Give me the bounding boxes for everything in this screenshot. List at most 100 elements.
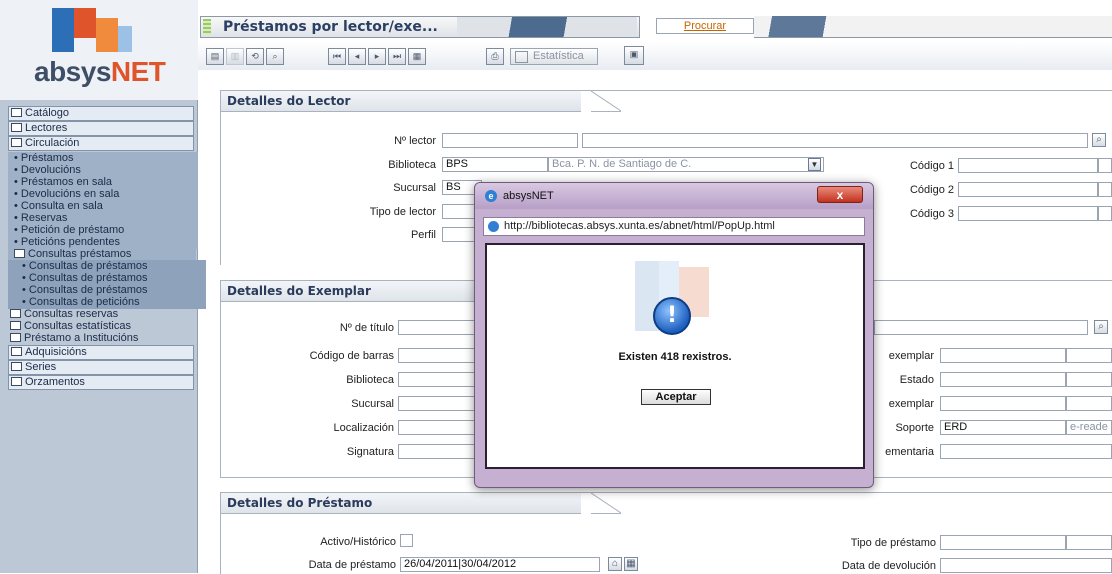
barcode-field[interactable] (398, 348, 478, 363)
sidebar-item-adquisicions[interactable]: Adquisicións (8, 345, 194, 360)
item-type-field[interactable] (940, 348, 1066, 363)
loan-date-field[interactable]: 26/04/2011|30/04/2012 (400, 557, 600, 572)
statistics-button[interactable]: Estatística (510, 48, 598, 65)
sidebar-item-label: • Consultas de préstamos (22, 272, 148, 284)
reader-number-label: Nº lector (394, 135, 436, 147)
section-title: Detalles do Lector (227, 94, 351, 108)
code3-field[interactable] (958, 206, 1098, 221)
chevron-down-icon[interactable]: ▼ (808, 158, 821, 171)
sidebar-item-series[interactable]: Series (8, 360, 194, 375)
item-subtype-desc-field[interactable] (1066, 396, 1112, 411)
reader-number-field[interactable] (442, 133, 578, 148)
browser-icon (488, 221, 499, 232)
page-title-tab: Préstamos por lector/exe... (200, 16, 640, 38)
title-name-field[interactable] (874, 320, 1088, 335)
sidebar-item-catalogo[interactable]: Catálogo (8, 106, 194, 121)
sidebar-item-orzamentos[interactable]: Orzamentos (8, 375, 194, 390)
title-decoration (457, 17, 637, 37)
library-label: Biblioteca (388, 159, 436, 171)
search-icon[interactable]: ⌕ (266, 48, 284, 65)
complementary-field[interactable] (940, 444, 1112, 459)
sidebar-item-prestamo-institucions[interactable]: Préstamo a Institucións (8, 332, 192, 345)
status-desc-field[interactable] (1066, 372, 1112, 387)
reader-type-label: Tipo de lector (369, 206, 436, 218)
folder-icon (11, 362, 22, 371)
item-type-desc-field[interactable] (1066, 348, 1112, 363)
item-subtype-field[interactable] (940, 396, 1066, 411)
section-title: Detalles do Préstamo (227, 496, 373, 510)
barcode-label: Código de barras (309, 350, 394, 362)
next-record-icon[interactable]: ▸ (368, 48, 386, 65)
dialog-url-bar: http://bibliotecas.absys.xunta.es/abnet/… (483, 217, 865, 236)
section-title: Detalles do Exemplar (227, 284, 371, 298)
loan-type-field[interactable] (940, 535, 1066, 550)
sidebar-item-label: Adquisicións (25, 346, 87, 358)
folder-icon (10, 309, 21, 318)
call-number-field[interactable] (398, 444, 478, 459)
sidebar-item-label: • Reservas (14, 212, 68, 224)
code1-extra-field[interactable] (1098, 158, 1112, 173)
last-record-icon[interactable]: ⏭ (388, 48, 406, 65)
print-icon[interactable]: ⎙ (486, 48, 504, 65)
ok-button[interactable]: Aceptar (641, 389, 711, 405)
sidebar-item-label: • Consulta en sala (14, 200, 103, 212)
code3-extra-field[interactable] (1098, 206, 1112, 221)
code1-field[interactable] (958, 158, 1098, 173)
sidebar-item-label: Préstamo a Institucións (24, 332, 139, 344)
sidebar-item-label: • Devolucións en sala (14, 188, 120, 200)
library-code-field[interactable]: BPS (442, 157, 548, 172)
code2-extra-field[interactable] (1098, 182, 1112, 197)
sidebar-item-label: • Devolucións (14, 164, 81, 176)
logo-graphic-light (118, 26, 132, 52)
previous-record-icon[interactable]: ◂ (348, 48, 366, 65)
item-type-label: exemplar (888, 350, 934, 362)
form-view-icon[interactable]: ▤ (206, 48, 224, 65)
reader-name-field[interactable] (582, 133, 1088, 148)
dialog-title: absysNET (503, 190, 554, 202)
statistics-label: Estatística (533, 50, 584, 62)
section-header: Detalles do Lector (221, 91, 581, 112)
code2-field[interactable] (958, 182, 1098, 197)
table-icon[interactable]: ▦ (408, 48, 426, 65)
support-desc-field[interactable]: e-reade (1066, 420, 1112, 435)
logo-graphic-orange (96, 18, 118, 52)
location-field[interactable] (398, 420, 478, 435)
item-branch-field[interactable] (398, 396, 478, 411)
library-name-select[interactable]: Bca. P. N. de Santiago de C. (548, 157, 824, 172)
search-icon[interactable]: ⌕ (1094, 320, 1108, 334)
sidebar-item-circulacion[interactable]: Circulación (8, 136, 194, 151)
item-subtype-label: exemplar (888, 398, 934, 410)
item-library-field[interactable] (398, 372, 478, 387)
dialog-body: ! Existen 418 rexistros. Aceptar (485, 243, 865, 469)
calendar-icon[interactable]: ▦ (624, 557, 638, 571)
folder-icon (11, 347, 22, 356)
title-number-field[interactable] (398, 320, 478, 335)
loan-type-desc-field[interactable] (1066, 535, 1112, 550)
search-icon[interactable]: ⌕ (1092, 133, 1106, 147)
refresh-icon[interactable]: ⟲ (246, 48, 264, 65)
support-label: Soporte (895, 422, 934, 434)
sidebar-item-lectores[interactable]: Lectores (8, 121, 194, 136)
active-history-checkbox[interactable] (400, 534, 413, 547)
first-record-icon[interactable]: ⏮ (328, 48, 346, 65)
sidebar-item-label: • Peticións pendentes (14, 236, 120, 248)
info-alert-icon: ! (653, 297, 691, 335)
home-icon[interactable]: ⌂ (608, 557, 622, 571)
grip-icon (203, 19, 211, 35)
logo-prefix: absys (34, 56, 111, 87)
calculator-icon[interactable]: ▣ (624, 46, 644, 65)
sidebar-item-label: Circulación (25, 137, 80, 149)
alert-dialog: e absysNET x http://bibliotecas.absys.xu… (474, 182, 874, 488)
grid-icon: ▥ (226, 48, 244, 65)
logo-suffix: NET (110, 56, 166, 87)
sidebar-item-label: • Préstamos (14, 152, 74, 164)
search-button[interactable]: Procurar (656, 18, 754, 34)
profile-label: Perfil (410, 229, 436, 241)
close-button[interactable]: x (817, 186, 863, 203)
return-date-field[interactable] (940, 558, 1112, 573)
sidebar-item-label: Consultas reservas (24, 308, 119, 320)
sidebar-item-label: • Préstamos en sala (14, 176, 113, 188)
status-label: Estado (899, 374, 934, 386)
status-field[interactable] (940, 372, 1066, 387)
support-code-field[interactable]: ERD (940, 420, 1066, 435)
